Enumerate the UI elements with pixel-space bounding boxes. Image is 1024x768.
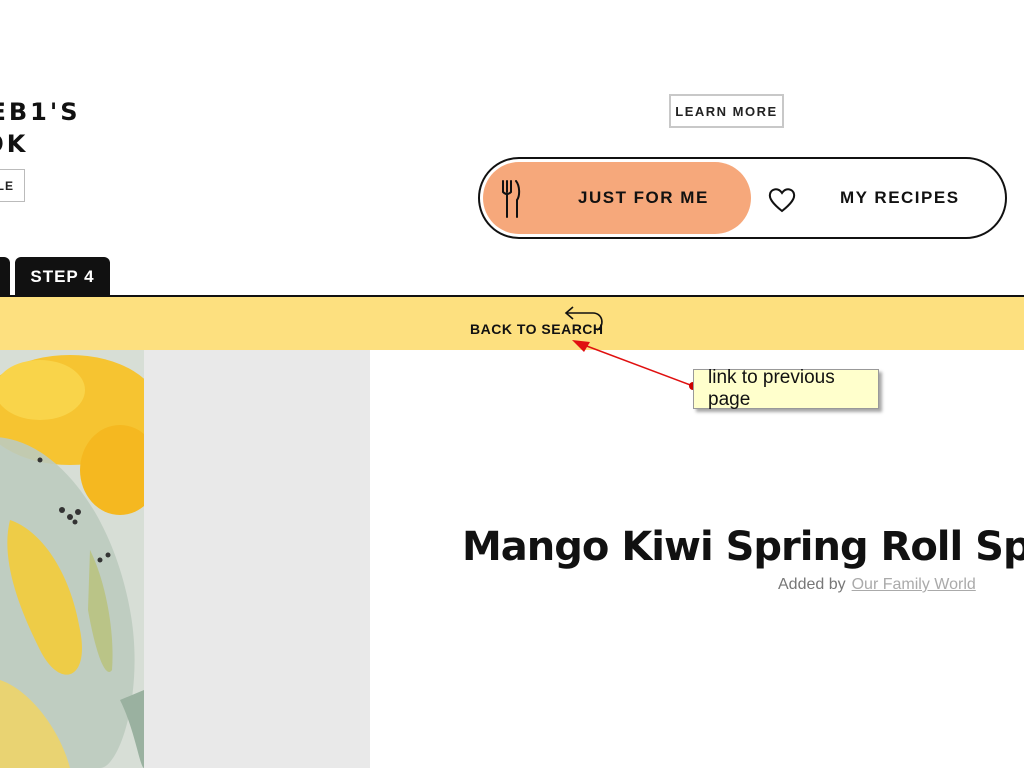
brand-button[interactable]: LE [0, 169, 25, 202]
my-recipes-option[interactable]: MY RECIPES [760, 162, 1000, 234]
recipe-image [0, 350, 144, 768]
recipe-page: WEB1'S OOK LE LEARN MORE JUST FOR ME MY … [0, 0, 1024, 768]
back-arrow-icon [564, 306, 603, 331]
tab-step-previous[interactable] [0, 257, 10, 296]
image-side-panel [144, 350, 370, 768]
learn-more-button[interactable]: LEARN MORE [669, 94, 784, 128]
added-by: Added by Our Family World [778, 576, 976, 594]
my-recipes-label: MY RECIPES [840, 188, 960, 207]
author-link[interactable]: Our Family World [852, 576, 976, 593]
annotation-callout: link to previous page [693, 367, 879, 410]
just-for-me-label: JUST FOR ME [578, 188, 709, 207]
tab-step-4[interactable]: STEP 4 [15, 257, 110, 296]
back-to-search-bar: BACK TO SEARCH [0, 297, 1024, 350]
added-by-prefix: Added by [778, 576, 846, 593]
just-for-me-option[interactable]: JUST FOR ME [483, 162, 751, 234]
site-title: WEB1'S OOK [0, 98, 81, 158]
heart-icon [768, 188, 796, 213]
recipe-title: Mango Kiwi Spring Roll Spring I [462, 524, 1024, 570]
fork-knife-icon [502, 180, 521, 218]
recipe-mode-toggle: JUST FOR ME MY RECIPES [478, 157, 1007, 239]
